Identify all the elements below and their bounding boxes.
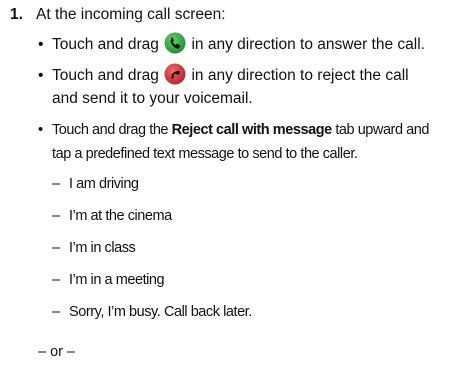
message-option: – Sorry, I’m busy. Call back later. [52,302,252,322]
answer-call-icon [164,32,186,54]
message-option: – I’m in class [52,238,136,258]
message-option: – I’m in a meeting [52,270,165,290]
bullet-text-after: tab upward and [335,122,429,138]
bullet-reject-with-message-continued: tap a predefined text message to send to… [52,146,358,162]
manual-page: 1. At the incoming call screen: • Touch an… [0,0,472,368]
message-option: – I am driving [52,174,139,194]
dash-marker: – [52,240,60,256]
bullet-marker: • [38,122,43,138]
step-number: 1. [10,6,23,23]
dash-marker: – [52,304,60,320]
message-text: Sorry, I’m busy. Call back later. [69,304,252,320]
bullet-reject-call: • Touch and drag in any direction to reje… [38,63,409,88]
step-text: At the incoming call screen: [36,6,226,23]
bullet-reject-call-continued: and send it to your voicemail. [52,90,253,107]
dash-marker: – [52,176,60,192]
bullet-text-before: Touch and drag [52,67,159,84]
message-text: I’m in a meeting [69,272,165,288]
bullet-text-after: in any direction to reject the call [191,67,409,84]
message-text: I’m in class [69,240,136,256]
bullet-marker: • [38,36,44,53]
bullet-answer-call: • Touch and drag in any direction to answ… [38,32,425,57]
or-separator: – or – [38,344,76,360]
step-1: 1. At the incoming call screen: [10,5,226,25]
reject-call-icon [164,63,186,85]
bullet-text-before: Touch and drag the [52,122,169,138]
bullet-text-after: in any direction to answer the call. [191,36,425,53]
bullet-reject-with-message: • Touch and drag the Reject call with mes… [38,118,429,142]
reject-with-message-label: Reject call with message [171,122,333,138]
bullet-marker: • [38,67,44,84]
message-text: I’m at the cinema [69,208,172,224]
message-text: I am driving [69,176,139,192]
bullet-text-before: Touch and drag [52,36,159,53]
dash-marker: – [52,272,60,288]
message-option: – I’m at the cinema [52,206,172,226]
dash-marker: – [52,208,60,224]
